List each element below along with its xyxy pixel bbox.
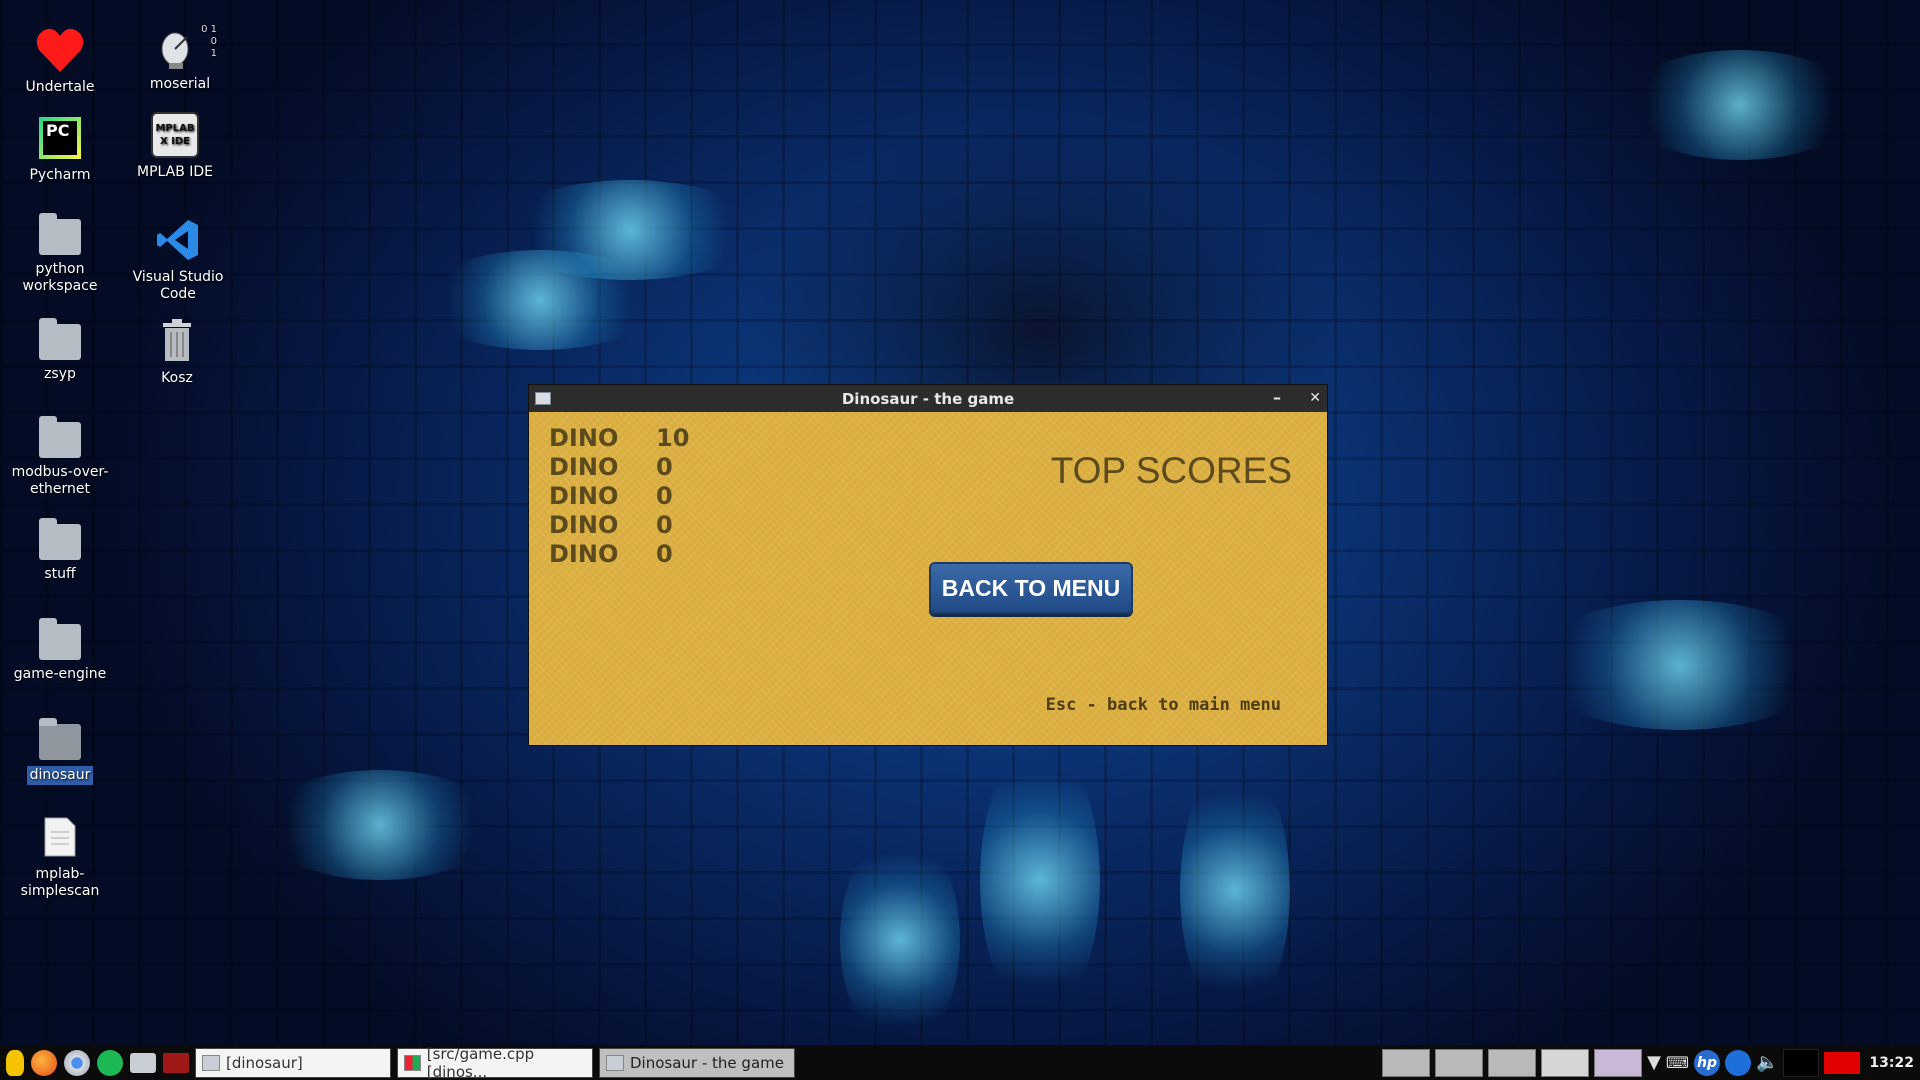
- file-manager-icon[interactable]: [130, 1052, 156, 1073]
- score-name: DINO: [549, 540, 619, 568]
- wallpaper-glow: [1180, 760, 1290, 1020]
- desktop-icon-zsyp[interactable]: zsyp: [5, 312, 115, 383]
- wallpaper-glow: [840, 830, 960, 1050]
- score-value: 0: [656, 453, 673, 481]
- score-value: 0: [656, 540, 673, 568]
- workspace-3[interactable]: [1488, 1048, 1537, 1077]
- wallpaper-glow: [1620, 50, 1860, 160]
- score-row: DINO 0: [549, 482, 689, 511]
- workspace-2[interactable]: [1435, 1048, 1484, 1077]
- teamviewer-icon[interactable]: [1725, 1049, 1751, 1076]
- top-scores-title: TOP SCORES: [1050, 450, 1292, 491]
- wallpaper-glow: [260, 770, 500, 880]
- score-value: 10: [656, 424, 690, 452]
- workspace-1[interactable]: [1382, 1048, 1431, 1077]
- desktop-icon-stuff[interactable]: stuff: [5, 512, 115, 583]
- clock[interactable]: 13:22: [1869, 1055, 1914, 1071]
- hp-icon[interactable]: hp: [1694, 1049, 1720, 1076]
- taskbar-task-game-cpp[interactable]: [src/game.cpp [dinos...: [397, 1045, 593, 1080]
- wifi-icon[interactable]: ▼: [1647, 1052, 1661, 1073]
- back-to-menu-button[interactable]: BACK TO MENU: [929, 562, 1133, 614]
- window-app-icon: [535, 392, 551, 405]
- taskbar-task-dinosaur-game[interactable]: Dinosaur - the game: [599, 1047, 795, 1078]
- desktop-icon-dinosaur[interactable]: dinosaur: [5, 712, 115, 785]
- score-name: DINO: [549, 482, 619, 510]
- score-list: DINO 10 DINO 0 DINO 0 DINO 0 DINO 0: [549, 424, 689, 569]
- chromium-icon[interactable]: [64, 1049, 90, 1076]
- editor-icon: [404, 1054, 421, 1071]
- workspace-4[interactable]: [1541, 1048, 1590, 1077]
- window-icon: [606, 1054, 624, 1071]
- window-titlebar[interactable]: Dinosaur - the game – ✕: [529, 385, 1327, 412]
- desktop-icon-moserial[interactable]: 0 1 0 1 moserial: [125, 22, 235, 93]
- esc-hint-text: Esc - back to main menu: [1045, 695, 1281, 715]
- folder-icon: [35, 410, 85, 460]
- tux-menu-icon[interactable]: [6, 1049, 24, 1076]
- folder-icon: [35, 612, 85, 662]
- score-value: 0: [656, 482, 673, 510]
- heart-icon: [35, 25, 85, 75]
- taskbar: [dinosaur] [src/game.cpp [dinos... Dinos…: [0, 1045, 1920, 1080]
- battery-monitor: [1824, 1051, 1861, 1074]
- desktop-icon-python-workspace[interactable]: python workspace: [5, 207, 115, 295]
- folder-icon: [35, 512, 85, 562]
- desktop-icon-undertale[interactable]: Undertale: [5, 25, 115, 96]
- wallpaper-glow: [980, 740, 1100, 1020]
- desktop-icon-modbus-over-ethernet[interactable]: modbus-over-ethernet: [5, 410, 115, 498]
- spotify-icon[interactable]: [97, 1049, 123, 1076]
- desktop-icon-kosz[interactable]: Kosz: [122, 316, 232, 387]
- trash-icon: [152, 316, 202, 366]
- satellite-dish-icon: 0 1 0 1: [155, 22, 217, 72]
- cpu-monitor: [1783, 1048, 1820, 1077]
- window-title: Dinosaur - the game: [841, 389, 1015, 408]
- score-value: 0: [656, 511, 673, 539]
- wallpaper-glow: [500, 180, 760, 280]
- quick-launch: [0, 1049, 189, 1076]
- score-name: DINO: [549, 453, 619, 481]
- score-row: DINO 10: [549, 424, 689, 453]
- desktop-icon-mplab-ide[interactable]: MPLAB X IDE MPLAB IDE: [120, 110, 230, 181]
- score-name: DINO: [549, 511, 619, 539]
- volume-icon[interactable]: 🔈: [1756, 1052, 1778, 1073]
- keyboard-icon[interactable]: ⌨: [1666, 1053, 1689, 1072]
- score-row: DINO 0: [549, 453, 689, 482]
- folder-icon: [35, 207, 85, 257]
- minimize-button[interactable]: –: [1273, 388, 1281, 407]
- pycharm-icon: PC: [35, 113, 85, 163]
- folder-icon: [35, 312, 85, 362]
- score-row: DINO 0: [549, 511, 689, 540]
- folder-icon: [35, 712, 85, 762]
- game-canvas[interactable]: DINO 10 DINO 0 DINO 0 DINO 0 DINO 0 TOP SCORE…: [529, 412, 1327, 745]
- game-window: Dinosaur - the game – ✕ DINO 10 DINO 0 DIN…: [528, 384, 1328, 746]
- folder-icon: [202, 1054, 220, 1071]
- firefox-icon[interactable]: [31, 1049, 57, 1076]
- desktop-icon-vscode[interactable]: Visual Studio Code: [123, 215, 233, 303]
- taskbar-task-dinosaur-folder[interactable]: [dinosaur]: [195, 1047, 391, 1078]
- desktop-icon-game-engine[interactable]: game-engine: [5, 612, 115, 683]
- terminal-icon[interactable]: [163, 1052, 189, 1073]
- vscode-icon: [153, 215, 203, 265]
- score-row: DINO 0: [549, 540, 689, 569]
- system-tray: ▼ ⌨ hp 🔈 13:22: [1382, 1045, 1920, 1080]
- mplab-icon: MPLAB X IDE: [150, 110, 200, 160]
- workspace-5[interactable]: [1594, 1048, 1643, 1077]
- text-file-icon: [35, 812, 85, 862]
- wallpaper-glow: [1530, 600, 1830, 730]
- close-button[interactable]: ✕: [1309, 390, 1321, 406]
- score-name: DINO: [549, 424, 619, 452]
- desktop-icon-mplab-simplescan[interactable]: mplab-simplescan: [5, 812, 115, 900]
- desktop-icon-pycharm[interactable]: PC Pycharm: [5, 113, 115, 184]
